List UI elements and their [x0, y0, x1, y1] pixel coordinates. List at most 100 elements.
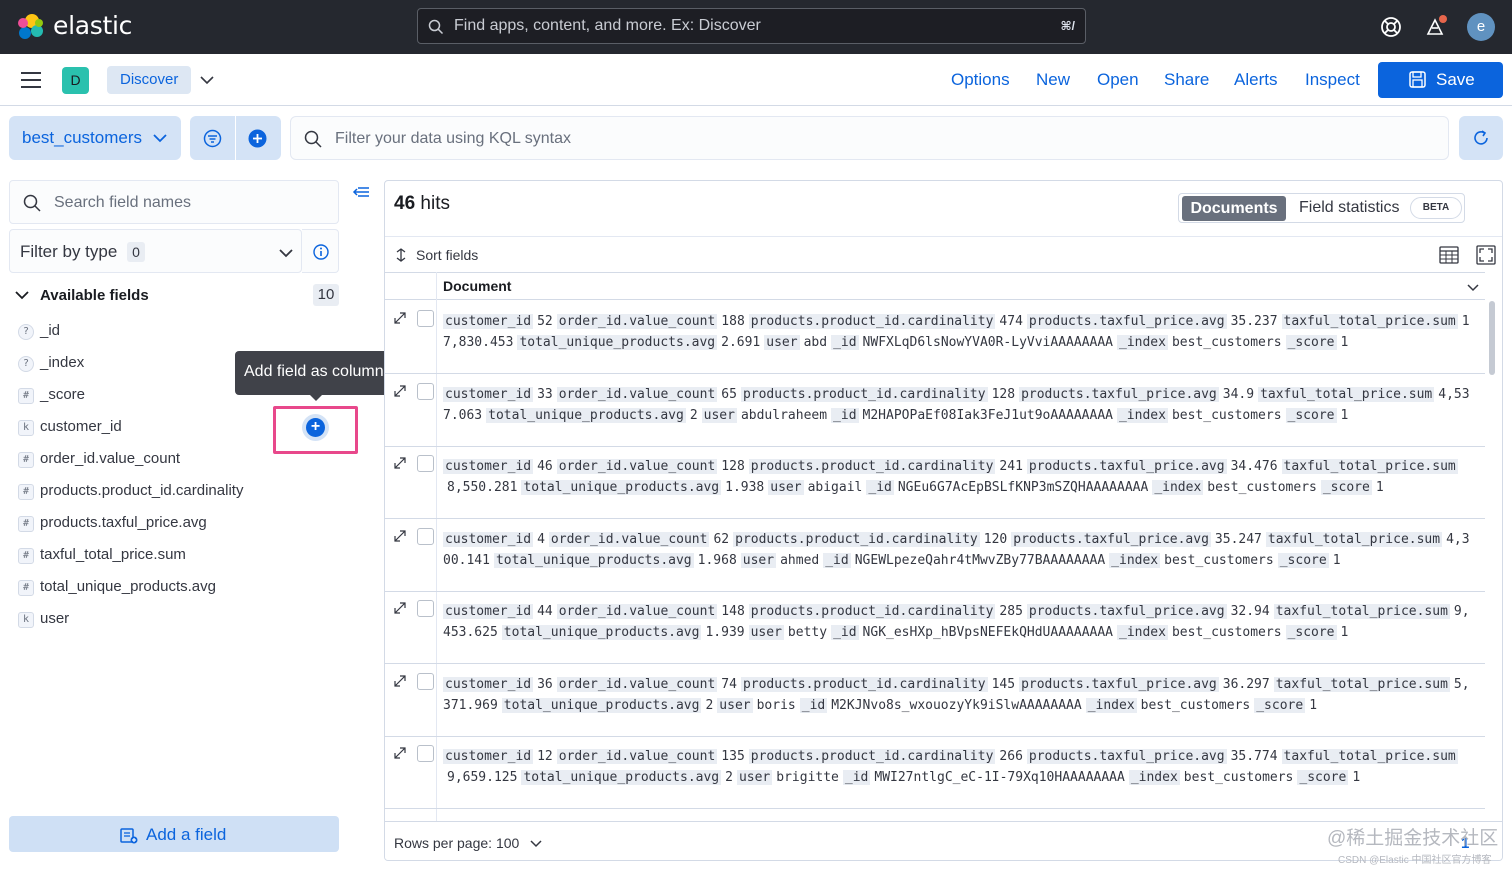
- field-key: customer_id: [443, 314, 534, 329]
- table-row[interactable]: customer_id 52 order_id.value_count 188 prod…: [385, 301, 1485, 374]
- expand-row-icon[interactable]: [393, 529, 407, 543]
- field-key: taxful_total_price.sum: [1281, 314, 1458, 329]
- table-row[interactable]: customer_id 46 order_id.value_count 128 prod…: [385, 446, 1485, 519]
- field-value: 65: [721, 386, 737, 402]
- grid-scrollbar[interactable]: [1489, 301, 1495, 375]
- keyboard-shortcut: ⌘/: [1060, 19, 1075, 33]
- inspect-link[interactable]: Inspect: [1305, 70, 1360, 90]
- field-key: _score: [1277, 552, 1329, 568]
- chevron-down-icon[interactable]: [199, 72, 215, 88]
- number-type-icon: #: [18, 580, 34, 596]
- filter-by-type-dropdown[interactable]: Filter by type 0: [9, 229, 302, 273]
- chevron-down-icon[interactable]: [1467, 283, 1479, 292]
- table-row[interactable]: customer_id 44 order_id.value_count 148 prod…: [385, 591, 1485, 664]
- brand-name[interactable]: elastic: [53, 11, 132, 40]
- menu-toggle-icon[interactable]: [21, 72, 41, 88]
- table-row[interactable]: customer_id 36 order_id.value_count 74 produ…: [385, 664, 1485, 737]
- field-item-taxful-total-price-sum[interactable]: # taxful_total_price.sum: [18, 543, 348, 567]
- row-checkbox[interactable]: [417, 455, 434, 472]
- collapse-sidebar-icon[interactable]: [352, 184, 370, 200]
- field-name: _id: [40, 322, 61, 339]
- field-value: best_customers: [1171, 407, 1282, 423]
- field-item-products-product-id-cardinality[interactable]: # products.product_id.cardinality: [18, 479, 348, 503]
- field-key: total_unique_products.avg: [521, 480, 722, 495]
- expand-row-icon[interactable]: [393, 601, 407, 615]
- display-options-icon[interactable]: [1439, 245, 1459, 265]
- row-checkbox[interactable]: [417, 382, 434, 400]
- field-key: customer_id: [443, 459, 534, 474]
- chevron-down-icon[interactable]: [530, 839, 542, 848]
- refresh-icon: [1474, 130, 1488, 145]
- global-search-input[interactable]: Find apps, content, and more. Ex: Discov…: [417, 8, 1086, 44]
- expand-row-icon[interactable]: [393, 384, 407, 398]
- field-item-user[interactable]: k user: [18, 607, 348, 631]
- rows-per-page-selector[interactable]: Rows per page: 100: [394, 835, 519, 851]
- field-value: 2: [689, 407, 698, 423]
- fullscreen-icon[interactable]: [1476, 245, 1496, 265]
- field-value: 52: [537, 314, 553, 329]
- tab-documents[interactable]: Documents: [1182, 196, 1286, 221]
- filter-icon[interactable]: [203, 129, 222, 148]
- refresh-button[interactable]: [1459, 116, 1503, 160]
- available-fields-header[interactable]: Available fields 10: [15, 284, 340, 306]
- field-value: abigail: [807, 480, 863, 495]
- search-icon: [23, 194, 41, 212]
- field-item-id[interactable]: ? _id: [18, 319, 348, 343]
- row-checkbox[interactable]: [417, 672, 434, 690]
- field-value: 44: [537, 604, 553, 619]
- expand-row-icon[interactable]: [393, 456, 407, 470]
- alerts-link[interactable]: Alerts: [1234, 70, 1277, 90]
- field-value: 34.9: [1222, 386, 1255, 402]
- add-column-plus-icon[interactable]: +: [306, 418, 325, 437]
- kql-query-input[interactable]: Filter your data using KQL syntax: [290, 116, 1449, 160]
- field-value: NGEu6G7AcEpBSLfKNP3mSZQHAAAAAAAA: [897, 480, 1149, 495]
- beta-badge: BETA: [1410, 197, 1462, 219]
- field-value: best_customers: [1171, 625, 1282, 640]
- expand-row-icon[interactable]: [393, 311, 407, 325]
- field-key: order_id.value_count: [556, 676, 718, 692]
- field-info-button[interactable]: [302, 229, 339, 273]
- user-avatar[interactable]: e: [1467, 13, 1495, 41]
- field-value: 1: [1340, 625, 1349, 640]
- document-column-header[interactable]: Document: [385, 272, 1485, 300]
- row-checkbox[interactable]: [417, 527, 434, 545]
- number-type-icon: #: [18, 452, 34, 468]
- data-view-selector[interactable]: best_customers: [9, 116, 181, 160]
- tab-field-statistics[interactable]: Field statistics: [1299, 199, 1399, 217]
- kql-placeholder: Filter your data using KQL syntax: [335, 130, 571, 147]
- field-value: 1: [1309, 697, 1318, 713]
- document-summary: customer_id 4 order_id.value_count 62 produc…: [443, 529, 1477, 571]
- field-key: _score: [1297, 770, 1349, 785]
- new-link[interactable]: New: [1036, 70, 1070, 90]
- row-checkbox[interactable]: [417, 745, 434, 762]
- field-search-input[interactable]: Search field names: [9, 180, 339, 224]
- elastic-logo-icon[interactable]: [16, 12, 46, 42]
- app-badge[interactable]: D: [62, 67, 89, 94]
- field-key: total_unique_products.avg: [501, 697, 702, 713]
- sort-fields-button[interactable]: Sort fields: [416, 247, 478, 263]
- news-feed-icon[interactable]: [1423, 14, 1449, 40]
- sort-icon[interactable]: [395, 248, 407, 262]
- open-link[interactable]: Open: [1097, 70, 1139, 90]
- field-value: 1: [1332, 552, 1341, 568]
- options-link[interactable]: Options: [951, 70, 1010, 90]
- field-item-products-taxful-price-avg[interactable]: # products.taxful_price.avg: [18, 511, 348, 535]
- table-row[interactable]: customer_id 12 order_id.value_count 135 prod…: [385, 736, 1485, 809]
- table-row[interactable]: customer_id 33 order_id.value_count 65 produ…: [385, 374, 1485, 447]
- view-mode-toggle: Documents Field statistics BETA: [1178, 193, 1465, 223]
- grid-toolbar: Sort fields: [385, 236, 1502, 272]
- add-field-button[interactable]: Add a field: [9, 816, 339, 852]
- add-filter-icon[interactable]: [248, 129, 267, 148]
- save-button[interactable]: Save: [1378, 62, 1503, 98]
- row-checkbox[interactable]: [417, 600, 434, 617]
- breadcrumb-discover[interactable]: Discover: [107, 66, 192, 94]
- expand-row-icon[interactable]: [393, 674, 407, 688]
- field-item-total-unique-products-avg[interactable]: # total_unique_products.avg: [18, 575, 348, 599]
- share-link[interactable]: Share: [1164, 70, 1209, 90]
- field-value: 35.247: [1214, 531, 1262, 547]
- search-icon: [428, 19, 444, 35]
- expand-row-icon[interactable]: [393, 746, 407, 760]
- table-row[interactable]: customer_id 4 order_id.value_count 62 produc…: [385, 519, 1485, 592]
- row-checkbox[interactable]: [417, 310, 434, 327]
- help-icon[interactable]: [1378, 14, 1404, 40]
